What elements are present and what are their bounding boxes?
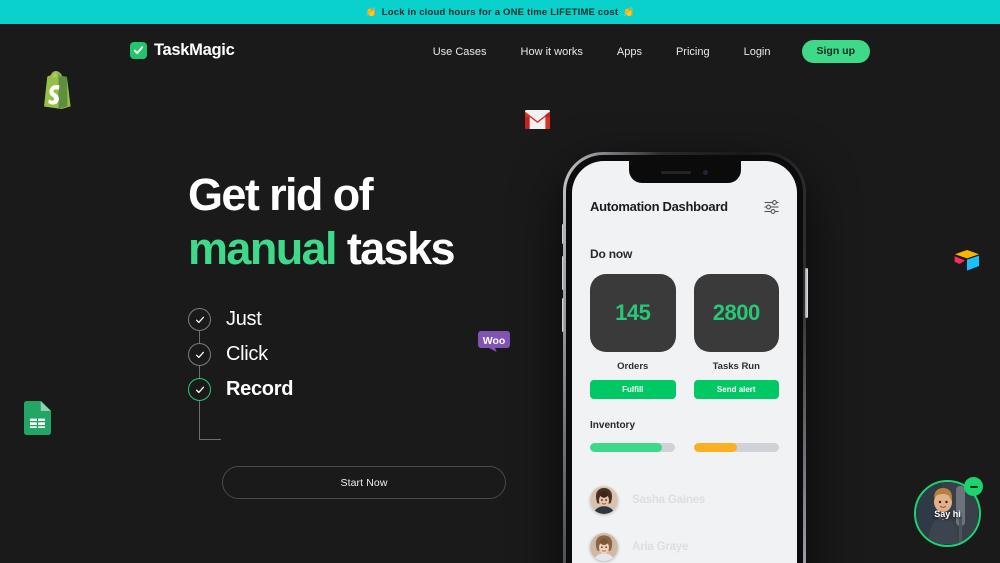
google-sheets-icon — [24, 401, 51, 435]
phone-volume-down-button[interactable] — [561, 298, 564, 332]
phone-mute-switch[interactable] — [561, 224, 564, 244]
stat-value: 145 — [615, 300, 651, 325]
list-item[interactable]: Record — [188, 372, 448, 407]
phone-volume-up-button[interactable] — [561, 256, 564, 290]
people-list: Sasha Gaines Aria Graye — [590, 476, 779, 563]
list-item[interactable]: Sasha Gaines — [590, 476, 779, 523]
brand-logo[interactable]: TaskMagic — [130, 41, 235, 60]
check-icon — [188, 343, 211, 366]
stat-label: Tasks Run — [712, 361, 760, 372]
chat-widget[interactable]: Say hi — [914, 477, 983, 547]
front-camera-icon — [703, 169, 708, 175]
list-item[interactable]: Just — [188, 302, 448, 337]
signup-button[interactable]: Sign up — [801, 40, 870, 63]
headline-line-1: Get rid of — [188, 169, 374, 220]
avatar — [590, 485, 618, 514]
list-item[interactable]: Aria Graye — [590, 523, 779, 563]
airtable-icon — [953, 248, 981, 273]
start-now-button[interactable]: Start Now — [222, 466, 506, 499]
speaker-slit-icon — [661, 170, 691, 174]
nav-links: Use Cases How it works Apps Pricing Logi… — [416, 40, 870, 63]
person-name: Sasha Gaines — [632, 493, 706, 506]
dashboard-header: Automation Dashboard — [590, 199, 779, 214]
person-name: Aria Graye — [632, 540, 689, 553]
inventory-progress-bars — [590, 443, 779, 452]
dashboard-title: Automation Dashboard — [590, 199, 728, 214]
list-item-label: Just — [226, 308, 262, 330]
page-title: Get rid of manual tasks — [188, 168, 528, 276]
brand-name: TaskMagic — [154, 41, 235, 59]
phone-notch — [628, 161, 741, 183]
phone-power-button[interactable] — [805, 268, 808, 318]
send-alert-button[interactable]: Send alert — [693, 380, 779, 399]
chat-widget-label: Say hi — [934, 508, 961, 519]
stat-label: Orders — [617, 361, 649, 372]
fulfill-button[interactable]: Fulfill — [590, 380, 676, 399]
stat-cards: 145 Orders Fulfill 2800 Tasks Run Send a… — [590, 274, 779, 399]
nav-item-login[interactable]: Login — [727, 46, 788, 58]
check-icon-active — [188, 378, 211, 401]
stat-card-surface: 145 — [590, 274, 676, 352]
headline-word-tasks: tasks — [346, 223, 456, 274]
check-square-icon — [130, 42, 147, 59]
svg-text:Woo: Woo — [483, 335, 506, 347]
nav-item-pricing[interactable]: Pricing — [659, 46, 727, 58]
stat-card-surface: 2800 — [693, 274, 779, 352]
stat-value: 2800 — [712, 300, 760, 325]
list-item-label: Click — [226, 343, 268, 365]
section-title-inventory: Inventory — [590, 420, 636, 431]
hero-section: Get rid of manual tasks — [188, 168, 528, 276]
phone-bezel: Automation Dashboard Do now 145 Orders F… — [566, 155, 803, 563]
minimize-icon[interactable] — [964, 477, 983, 496]
promo-banner[interactable]: 👏 Lock in cloud hours for a ONE time LIF… — [0, 0, 1000, 24]
progress-bar-track — [694, 443, 779, 452]
progress-bar-fill — [590, 443, 663, 452]
headline-accent-word: manual — [188, 223, 338, 274]
shopify-icon — [40, 68, 74, 110]
stat-card-orders[interactable]: 145 Orders Fulfill — [590, 274, 676, 399]
dashboard-app: Automation Dashboard Do now 145 Orders F… — [572, 161, 797, 563]
stat-card-tasks-run[interactable]: 2800 Tasks Run Send alert — [693, 274, 779, 399]
hero-checklist: Just Click Record — [188, 302, 448, 440]
progress-bar-track — [590, 443, 675, 452]
section-title-do-now: Do now — [590, 247, 633, 261]
nav-item-use-cases[interactable]: Use Cases — [416, 46, 504, 58]
phone-screen: Automation Dashboard Do now 145 Orders F… — [572, 161, 797, 563]
promo-banner-text: Lock in cloud hours for a ONE time LIFET… — [381, 6, 619, 18]
list-item[interactable]: Click — [188, 337, 448, 372]
check-icon — [188, 308, 211, 331]
nav-item-how-it-works[interactable]: How it works — [504, 46, 600, 58]
list-item-label: Record — [226, 378, 294, 400]
avatar — [590, 532, 618, 561]
woocommerce-icon: Woo — [478, 331, 510, 353]
clap-emoji-left: 👏 — [365, 6, 377, 17]
clap-emoji-right: 👏 — [623, 6, 635, 17]
progress-bar-fill — [694, 443, 737, 452]
phone-mockup: Automation Dashboard Do now 145 Orders F… — [561, 152, 808, 563]
sliders-icon[interactable] — [764, 199, 779, 214]
nav-item-apps[interactable]: Apps — [600, 46, 659, 58]
gmail-icon — [525, 110, 550, 129]
